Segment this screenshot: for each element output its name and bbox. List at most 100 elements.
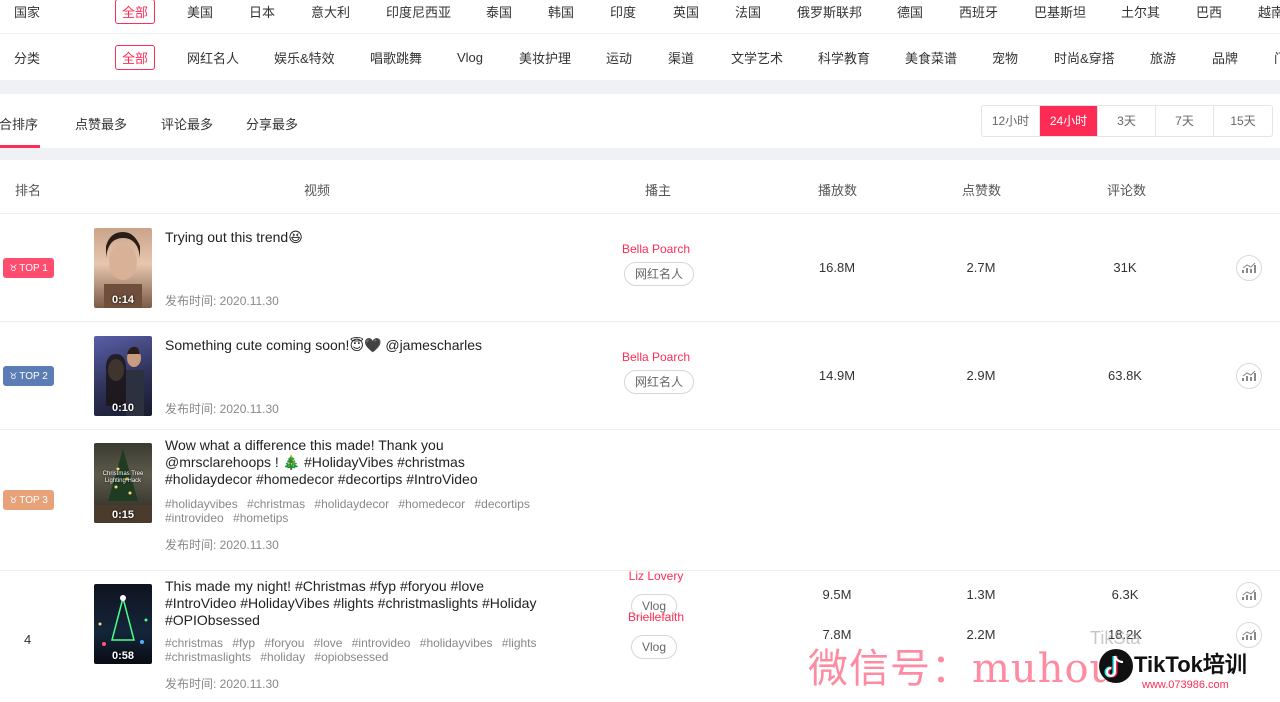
medal-icon: ♉	[9, 495, 18, 505]
category-option[interactable]: 品牌	[1212, 48, 1238, 67]
medal-icon: ♉	[9, 371, 18, 381]
category-option[interactable]: 美妆护理	[519, 48, 571, 67]
thumbnail-caption: Christmas Tree Lighting Hack	[102, 471, 144, 484]
video-title[interactable]: This made my night! #Christmas #fyp #for…	[165, 578, 545, 629]
country-option[interactable]: 意大利	[311, 2, 350, 21]
video-thumbnail[interactable]: 0:10	[94, 336, 152, 416]
country-option[interactable]: 德国	[897, 2, 923, 21]
table-row[interactable]: ♉ TOP 2 0:10 Something cute coming soon!😇…	[0, 322, 1280, 430]
rank-badge: ♉ TOP 1	[3, 258, 54, 278]
category-option[interactable]: 文学艺术	[731, 48, 783, 67]
sort-tabs: 综合排序 点赞最多 评论最多 分享最多 12小时 24小时 3天 7天 15天	[0, 94, 1280, 148]
rank-badge: ♉ TOP 3	[3, 490, 54, 510]
video-thumbnail[interactable]: 0:14	[94, 228, 152, 308]
category-filter-row: 分类 全部 网红名人 娱乐&特效 唱歌跳舞 Vlog 美妆护理 运动 渠道 文学…	[0, 40, 1280, 74]
country-option[interactable]: 英国	[673, 2, 699, 21]
category-tag: Vlog	[631, 635, 678, 659]
country-option[interactable]: 巴基斯坦	[1034, 2, 1086, 21]
category-filter-label: 分类	[14, 50, 41, 66]
category-option[interactable]: Vlog	[457, 50, 483, 65]
publish-date: 发布时间: 2020.11.30	[165, 402, 279, 416]
table-row[interactable]: ♉ TOP 3 Christmas Tree Lighting Hack 0:15…	[0, 430, 1280, 618]
country-option[interactable]: 泰国	[486, 2, 512, 21]
category-option[interactable]: 网红名人	[187, 48, 239, 67]
watermark-logo: TikTok培训 www.073986.com	[1090, 642, 1280, 692]
video-thumbnail[interactable]: Christmas Tree Lighting Hack 0:15	[94, 443, 152, 523]
time-range-24h[interactable]: 24小时	[1040, 106, 1098, 136]
country-option[interactable]: 巴西	[1196, 2, 1222, 21]
sort-tab-comments[interactable]: 评论最多	[161, 114, 213, 133]
section-gap	[0, 148, 1280, 160]
category-option[interactable]: 唱歌跳舞	[370, 48, 422, 67]
publish-date: 发布时间: 2020.11.30	[165, 294, 279, 308]
video-title[interactable]: Something cute coming soon!😇🖤 @jameschar…	[165, 337, 545, 354]
country-option[interactable]: 越南	[1258, 2, 1280, 21]
category-option[interactable]: 门	[1274, 48, 1280, 67]
rank-badge: ♉ TOP 2	[3, 366, 54, 386]
trend-chart-button[interactable]	[1236, 255, 1262, 281]
category-option[interactable]: 美食菜谱	[905, 48, 957, 67]
time-range-7d[interactable]: 7天	[1156, 106, 1214, 136]
comments-count: 31K	[1113, 260, 1137, 275]
country-filter-row: 国家 全部 美国 日本 意大利 印度尼西亚 泰国 韩国 印度 英国 法国 俄罗斯…	[0, 0, 1280, 28]
filter-panel: 国家 全部 美国 日本 意大利 印度尼西亚 泰国 韩国 印度 英国 法国 俄罗斯…	[0, 0, 1280, 80]
country-option[interactable]: 西班牙	[959, 2, 998, 21]
country-option[interactable]: 印度尼西亚	[386, 2, 451, 21]
video-tags: #holidayvibes #christmas #holidaydecor #…	[165, 497, 530, 525]
video-duration: 0:15	[111, 509, 135, 521]
header-comments: 评论数	[1107, 183, 1147, 198]
video-duration: 0:14	[111, 294, 135, 306]
svg-text:TikTok培训: TikTok培训	[1134, 652, 1247, 677]
country-option[interactable]: 美国	[187, 2, 213, 21]
country-option-all[interactable]: 全部	[115, 0, 156, 24]
time-range-15d[interactable]: 15天	[1214, 106, 1272, 136]
category-option[interactable]: 宠物	[992, 48, 1018, 67]
likes-count: 2.9M	[966, 368, 996, 383]
time-range-3d[interactable]: 3天	[1098, 106, 1156, 136]
creator-link[interactable]: Briellefaith	[556, 610, 756, 624]
time-range-12h[interactable]: 12小时	[982, 106, 1040, 136]
plays-count: 16.8M	[818, 260, 856, 275]
country-option[interactable]: 印度	[610, 2, 636, 21]
video-tags: #christmas #fyp #foryou #love #introvide…	[165, 636, 537, 664]
plays-count: 14.9M	[818, 368, 856, 383]
category-option[interactable]: 渠道	[668, 48, 694, 67]
trend-chart-button[interactable]	[1236, 363, 1262, 389]
likes-count: 2.7M	[966, 260, 996, 275]
category-option[interactable]: 旅游	[1150, 48, 1176, 67]
header-rank: 排名	[15, 183, 42, 198]
category-option[interactable]: 运动	[606, 48, 632, 67]
country-option[interactable]: 土尔其	[1121, 2, 1160, 21]
creator-link[interactable]: Bella Poarch	[556, 242, 756, 256]
table-header: 排名 视频 播主 播放数 点赞数 评论数	[0, 160, 1280, 214]
category-option-all[interactable]: 全部	[115, 44, 156, 70]
video-duration: 0:58	[111, 650, 135, 662]
video-title[interactable]: Trying out this trend😆	[165, 229, 545, 246]
category-option[interactable]: 娱乐&特效	[274, 48, 335, 67]
medal-icon: ♉	[9, 263, 18, 273]
category-tag: 网红名人	[624, 370, 695, 394]
publish-date: 发布时间: 2020.11.30	[165, 538, 279, 552]
filter-divider	[0, 33, 1280, 34]
category-option[interactable]: 时尚&穿搭	[1054, 48, 1115, 67]
video-thumbnail[interactable]: 0:58	[94, 584, 152, 664]
sort-tab-shares[interactable]: 分享最多	[246, 114, 298, 133]
category-option[interactable]: 科学教育	[818, 48, 870, 67]
trend-chart-icon	[1242, 370, 1256, 381]
video-title[interactable]: Wow what a difference this made! Thank y…	[165, 437, 545, 488]
rank-number: 4	[24, 632, 32, 647]
trend-chart-icon	[1242, 262, 1256, 273]
sort-tab-likes[interactable]: 点赞最多	[75, 114, 127, 133]
time-range-selector: 12小时 24小时 3天 7天 15天	[981, 105, 1273, 137]
country-option[interactable]: 日本	[249, 2, 275, 21]
sort-tab-overall[interactable]: 综合排序	[0, 114, 38, 133]
header-video: 视频	[304, 183, 331, 198]
country-option[interactable]: 法国	[735, 2, 761, 21]
publish-date: 发布时间: 2020.11.30	[165, 677, 279, 691]
header-likes: 点赞数	[962, 183, 1002, 198]
country-option[interactable]: 韩国	[548, 2, 574, 21]
creator-link[interactable]: Bella Poarch	[556, 350, 756, 364]
table-row[interactable]: ♉ TOP 1 0:14 Trying out this trend😆 发布时间:…	[0, 214, 1280, 322]
country-option[interactable]: 俄罗斯联邦	[797, 2, 862, 21]
header-plays: 播放数	[818, 183, 858, 198]
